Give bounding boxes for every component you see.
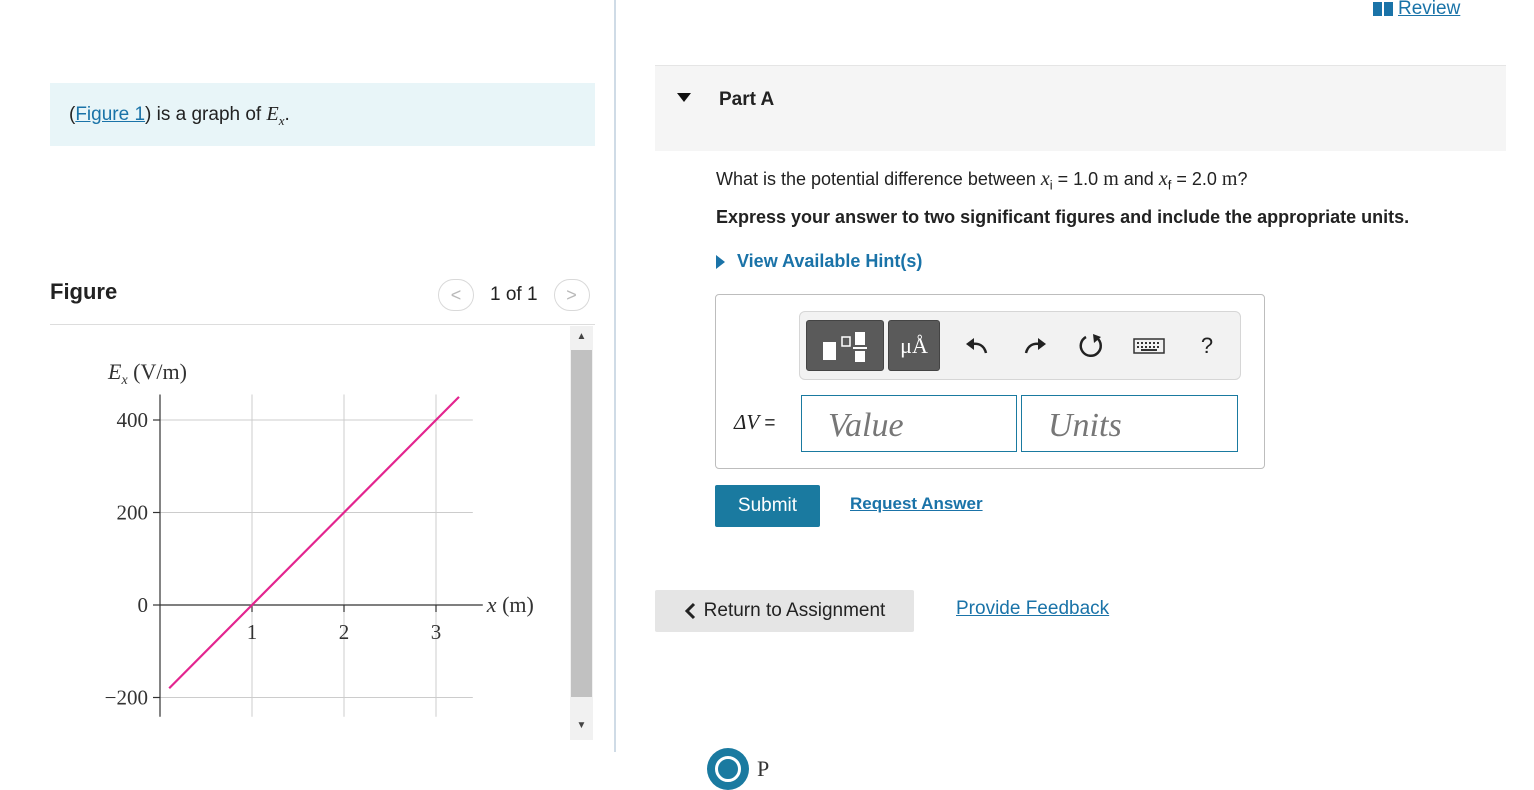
y-axis-label: Ex (V/m) <box>107 359 187 388</box>
submit-button[interactable]: Submit <box>715 485 820 527</box>
prev-figure-button[interactable]: < <box>438 279 474 311</box>
reset-icon <box>1079 334 1102 358</box>
part-header[interactable] <box>655 66 1506 151</box>
intro-var: Ex <box>266 103 285 128</box>
question-text: What is the potential difference between… <box>716 168 1248 193</box>
y-tick-label: 200 <box>117 501 149 525</box>
intro-text: ) is a graph of <box>145 104 267 125</box>
return-to-assignment-button[interactable]: Return to Assignment <box>655 590 914 632</box>
review-label: Review <box>1398 0 1461 19</box>
axes-layer <box>159 394 483 717</box>
part-title: Part A <box>719 89 775 110</box>
templates-icon <box>823 331 867 362</box>
series-layer <box>168 396 460 690</box>
chevron-left-icon: < <box>450 284 462 305</box>
figure-counter: 1 of 1 <box>490 284 538 305</box>
templates-button[interactable] <box>806 320 884 371</box>
y-tick-label: 0 <box>138 593 149 617</box>
scrollbar-thumb[interactable] <box>571 350 592 697</box>
figure-link[interactable]: Figure 1 <box>75 104 145 125</box>
reset-button[interactable] <box>1076 330 1106 362</box>
return-label: Return to Assignment <box>703 600 886 621</box>
intro-box: (Figure 1) is a graph of Ex. <box>50 83 595 146</box>
chevron-right-icon: > <box>566 284 577 305</box>
figure-pane: (Figure 1) is a graph of Ex. Figure < 1 … <box>0 0 614 770</box>
help-icon: ? <box>1200 333 1214 358</box>
labels-layer: 400 200 0 −200 1 2 3 Ex (V/m) x (m) <box>105 359 534 710</box>
collapse-caret-icon[interactable] <box>677 93 691 102</box>
expand-triangle-icon <box>716 254 725 269</box>
help-button[interactable]: ? <box>1192 330 1222 362</box>
keyboard-button[interactable] <box>1132 330 1166 362</box>
pane-divider[interactable] <box>614 0 616 752</box>
y-tick-label: 400 <box>117 408 149 432</box>
figure-divider <box>50 324 595 325</box>
undo-icon <box>966 338 988 354</box>
figure-title: Figure <box>50 279 118 304</box>
undo-button[interactable] <box>962 330 992 362</box>
figure-navigation: < 1 of 1 > <box>438 279 590 311</box>
units-button[interactable]: μÅ <box>888 320 940 371</box>
brand-text: P <box>757 756 770 781</box>
x-tick-label: 2 <box>339 620 350 644</box>
x-axis-label: x (m) <box>486 592 534 617</box>
field-graph: 400 200 0 −200 1 2 3 Ex (V/m) x (m) <box>105 359 534 717</box>
redo-button[interactable] <box>1020 330 1050 362</box>
intro-end: . <box>284 104 290 125</box>
answer-variable-label: ΔV = <box>734 410 776 434</box>
review-link[interactable]: Review <box>1373 0 1460 20</box>
x-tick-label: 1 <box>247 620 258 644</box>
next-figure-button[interactable]: > <box>553 279 590 311</box>
value-input[interactable] <box>801 395 1017 452</box>
x-tick-label: 3 <box>431 620 442 644</box>
scroll-down-arrow-icon[interactable]: ▼ <box>570 717 593 735</box>
redo-icon <box>1024 338 1046 354</box>
provide-feedback-link[interactable]: Provide Feedback <box>956 598 1109 620</box>
view-hints-toggle[interactable]: View Available Hint(s) <box>716 251 922 272</box>
y-tick-label: −200 <box>105 686 148 710</box>
units-input[interactable] <box>1021 395 1238 452</box>
request-answer-link[interactable]: Request Answer <box>850 494 983 514</box>
chevron-left-icon <box>684 602 695 620</box>
keyboard-icon <box>1133 338 1165 354</box>
view-hints-label: View Available Hint(s) <box>737 251 923 271</box>
scroll-up-arrow-icon[interactable]: ▲ <box>570 328 593 346</box>
units-icon: μÅ <box>900 332 928 358</box>
answer-instruction: Express your answer to two significant f… <box>716 207 1410 227</box>
book-icon <box>1373 2 1393 16</box>
field-line <box>168 396 460 690</box>
grid-layer <box>160 394 473 717</box>
pearson-logo-icon <box>707 748 749 790</box>
